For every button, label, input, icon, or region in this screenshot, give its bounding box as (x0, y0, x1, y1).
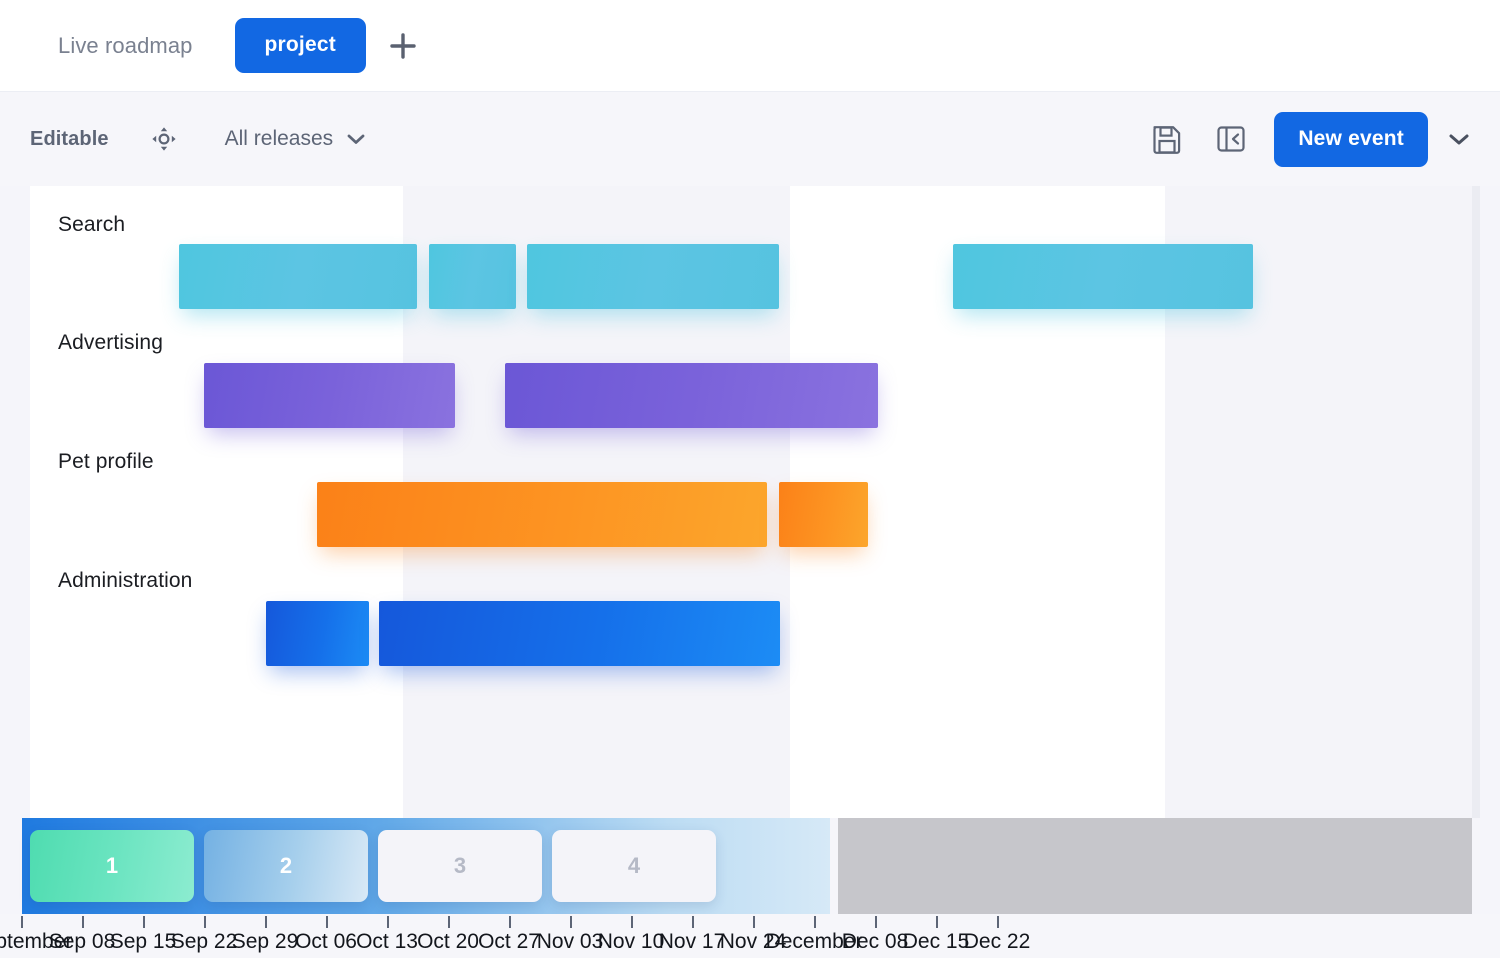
navigator-card[interactable]: 4 (552, 830, 716, 902)
axis-tick-label: Oct 13 (356, 930, 418, 953)
axis-tick-label: Oct 20 (417, 930, 479, 953)
collapse-panel-icon[interactable] (1210, 118, 1252, 160)
chevron-down-icon (347, 133, 365, 145)
axis-tick-label: Sep 08 (48, 930, 116, 953)
release-filter-label: All releases (224, 127, 334, 150)
axis-tick (204, 916, 206, 928)
navigator-card[interactable]: 3 (378, 830, 542, 902)
axis-tick (631, 916, 633, 928)
crosshair-target-icon[interactable] (149, 124, 179, 154)
editable-mode-label[interactable]: Editable (30, 128, 109, 151)
row-label: Administration (58, 569, 193, 592)
vertical-scrollbar[interactable] (1472, 186, 1480, 818)
axis-tick-label: Oct 27 (478, 930, 540, 953)
axis-tick (875, 916, 877, 928)
axis-tick (753, 916, 755, 928)
axis-tick-label: Oct 06 (295, 930, 357, 953)
axis-tick (509, 916, 511, 928)
gantt-bar[interactable] (266, 601, 369, 666)
axis-tick (387, 916, 389, 928)
axis-tick-label: Dec 08 (841, 930, 909, 953)
axis-tick (21, 916, 23, 928)
tab-project[interactable]: project (234, 18, 366, 73)
navigator-inactive-range[interactable] (838, 818, 1472, 914)
axis-tick (448, 916, 450, 928)
navigator-card[interactable]: 2 (204, 830, 368, 902)
new-event-button[interactable]: New event (1274, 111, 1428, 167)
tab-bar: Live roadmap project (0, 0, 1500, 92)
row-label: Advertising (58, 331, 163, 354)
axis-tick-label: Sep 15 (109, 930, 177, 953)
gantt-bar[interactable] (379, 601, 780, 666)
gantt-bar[interactable] (505, 363, 878, 428)
gantt-bar[interactable] (779, 482, 868, 547)
row-label: Pet profile (58, 450, 154, 473)
axis-tick (936, 916, 938, 928)
navigator-card[interactable]: 1 (30, 830, 194, 902)
axis-tick (570, 916, 572, 928)
date-axis: SeptemberSep 08Sep 15Sep 22Sep 29Oct 06O… (0, 914, 1500, 958)
axis-tick (997, 916, 999, 928)
gantt-bar[interactable] (953, 244, 1253, 309)
axis-tick-label: Dec 22 (963, 930, 1031, 953)
axis-tick (814, 916, 816, 928)
timeline-navigator[interactable]: 1234 (0, 818, 1500, 914)
axis-tick (143, 916, 145, 928)
gantt-bar[interactable] (317, 482, 767, 547)
gantt-canvas[interactable]: Search Advertising Pet profile Administrati… (30, 186, 1472, 818)
axis-tick-label: Sep 29 (231, 930, 299, 953)
app-title: Live roadmap (58, 32, 193, 58)
axis-tick (692, 916, 694, 928)
gantt-bar[interactable] (527, 244, 779, 309)
axis-tick-label: Dec 15 (902, 930, 970, 953)
save-floppy-icon[interactable] (1146, 118, 1188, 160)
axis-tick-label: Nov 10 (597, 930, 665, 953)
roadmap-app: Live roadmap project Editable All releas… (0, 0, 1500, 958)
row-label: Search (58, 213, 126, 236)
axis-tick-label: Nov 03 (536, 930, 604, 953)
axis-tick-label: Nov 17 (658, 930, 726, 953)
gantt-bar[interactable] (179, 244, 417, 309)
gantt-bar[interactable] (429, 244, 516, 309)
axis-tick-label: Sep 22 (170, 930, 238, 953)
plus-icon[interactable] (386, 29, 420, 63)
axis-tick (82, 916, 84, 928)
new-event-chevron-down-icon[interactable] (1448, 132, 1470, 146)
axis-tick (326, 916, 328, 928)
toolbar: Editable All releases New event (0, 92, 1500, 186)
axis-tick (265, 916, 267, 928)
release-filter-dropdown[interactable]: All releases (225, 127, 366, 151)
gantt-bar[interactable] (204, 363, 455, 428)
